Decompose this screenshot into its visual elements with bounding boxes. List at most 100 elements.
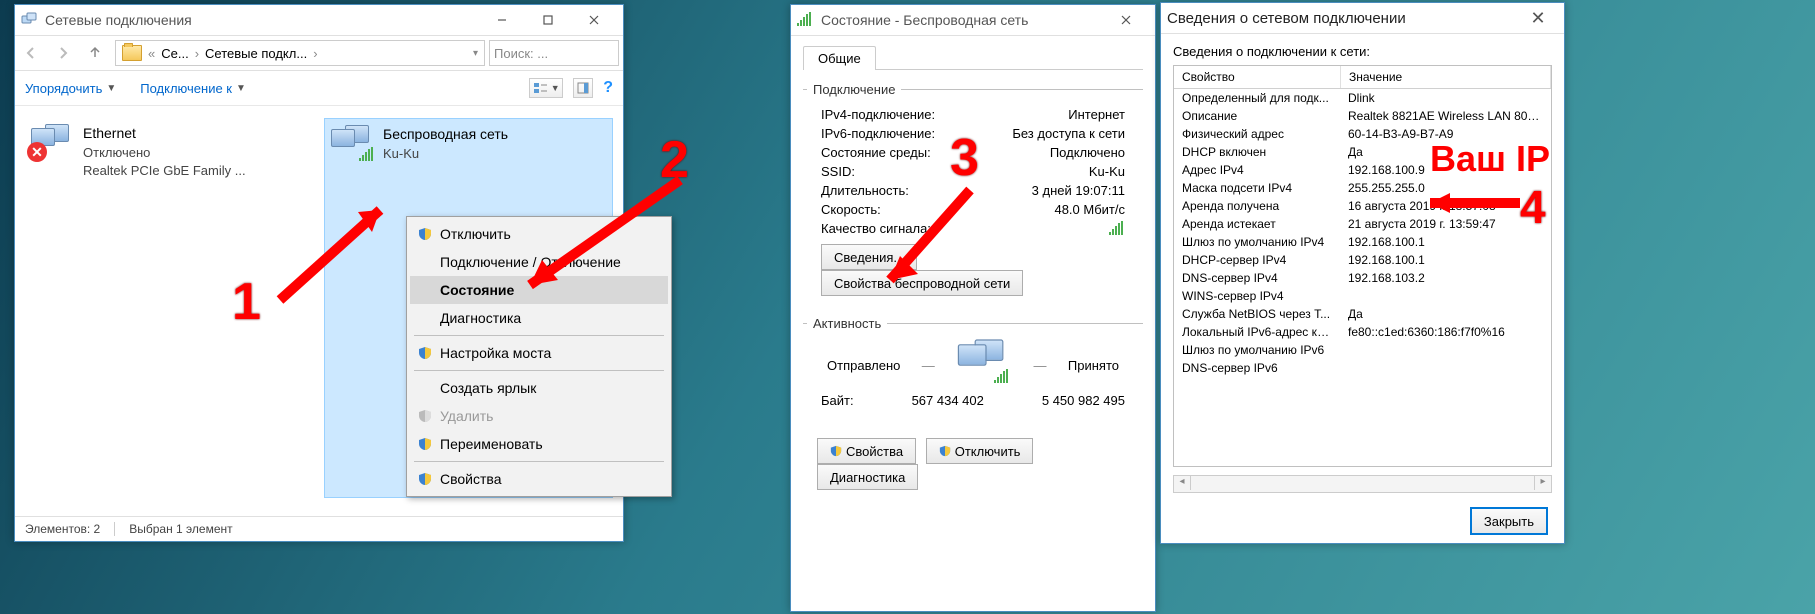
prop-key: SSID: xyxy=(821,164,855,179)
breadcrumb[interactable]: « Се... › Сетевые подкл... › ▾ xyxy=(115,40,485,66)
preview-pane-button[interactable] xyxy=(573,78,593,98)
folder-icon xyxy=(122,45,142,61)
annotation-ip-label: Ваш IP xyxy=(1430,138,1550,180)
prop-key: DHCP включен xyxy=(1174,143,1340,161)
prop-key: Шлюз по умолчанию IPv4 xyxy=(1174,233,1340,251)
minimize-button[interactable] xyxy=(479,6,525,34)
tab-general[interactable]: Общие xyxy=(803,46,876,70)
table-row[interactable]: Определенный для подк...Dlink xyxy=(1174,89,1551,107)
prop-key: Состояние среды: xyxy=(821,145,931,160)
horizontal-scrollbar[interactable]: ◂ ▸ xyxy=(1173,475,1552,493)
adapter-name: Ethernet xyxy=(83,124,246,144)
prop-val: Без доступа к сети xyxy=(1012,126,1125,141)
prop-key: Шлюз по умолчанию IPv6 xyxy=(1174,341,1340,359)
col-property[interactable]: Свойство xyxy=(1174,66,1341,88)
properties-button[interactable]: Свойства xyxy=(817,438,916,464)
breadcrumb-part[interactable]: Се... xyxy=(161,46,188,61)
close-button[interactable] xyxy=(1103,6,1149,34)
ctx-diagnostics[interactable]: Диагностика xyxy=(410,304,668,332)
table-row[interactable]: WINS-сервер IPv4 xyxy=(1174,287,1551,305)
prop-key: Локальный IPv6-адрес ка... xyxy=(1174,323,1340,341)
prop-val: Подключено xyxy=(1050,145,1125,160)
prop-val xyxy=(1340,287,1551,305)
shield-icon xyxy=(418,437,432,451)
table-row[interactable]: DNS-сервер IPv6 xyxy=(1174,359,1551,377)
bytes-label: Байт: xyxy=(821,393,854,408)
prop-key: DNS-сервер IPv4 xyxy=(1174,269,1340,287)
nav-forward-button[interactable] xyxy=(47,37,79,69)
arrow-3 xyxy=(870,180,990,300)
disable-button[interactable]: Отключить xyxy=(926,438,1034,464)
bytes-sent: 567 434 402 xyxy=(854,393,1042,408)
sent-label: Отправлено xyxy=(827,358,900,373)
toolbar: Упорядочить▼ Подключение к▼ ▼ ? xyxy=(15,71,623,106)
ctx-delete[interactable]: Удалить xyxy=(410,402,668,430)
network-icon xyxy=(21,12,37,28)
ctx-rename[interactable]: Переименовать xyxy=(410,430,668,458)
prop-val: Да xyxy=(1340,305,1551,323)
prop-key: Физический адрес xyxy=(1174,125,1340,143)
prop-val: Ku-Ku xyxy=(1089,164,1125,179)
prop-val: fe80::c1ed:6360:186:f7f0%16 xyxy=(1340,323,1551,341)
breadcrumb-part[interactable]: Сетевые подкл... xyxy=(205,46,307,61)
shield-icon xyxy=(418,409,432,423)
table-row[interactable]: ОписаниеRealtek 8821AE Wireless LAN 802.… xyxy=(1174,107,1551,125)
connect-to-button[interactable]: Подключение к▼ xyxy=(140,81,246,96)
wireless-status-window: Состояние - Беспроводная сеть Общие Подк… xyxy=(790,4,1156,612)
status-items-count: Элементов: 2 xyxy=(25,522,100,536)
ctx-bridge[interactable]: Настройка моста xyxy=(410,339,668,367)
prop-val: 192.168.100.1 xyxy=(1340,233,1551,251)
window-title: Сетевые подключения xyxy=(45,12,479,28)
prop-key: Служба NetBIOS через T... xyxy=(1174,305,1340,323)
titlebar[interactable]: Сетевые подключения xyxy=(15,5,623,36)
table-row[interactable]: Шлюз по умолчанию IPv4192.168.100.1 xyxy=(1174,233,1551,251)
arrow-4 xyxy=(1410,188,1540,218)
search-input[interactable]: Поиск: ... xyxy=(489,40,619,66)
table-row[interactable]: DHCP-сервер IPv4192.168.100.1 xyxy=(1174,251,1551,269)
signal-bars-icon xyxy=(1109,221,1125,235)
prop-key: Аренда получена xyxy=(1174,197,1340,215)
nav-up-button[interactable] xyxy=(79,37,111,69)
activity-icon xyxy=(956,343,1012,387)
ctx-properties[interactable]: Свойства xyxy=(410,465,668,493)
window-title: Сведения о сетевом подключении xyxy=(1167,10,1518,27)
adapter-name: Беспроводная сеть xyxy=(383,125,508,145)
titlebar[interactable]: Состояние - Беспроводная сеть xyxy=(791,5,1155,36)
prop-val: Realtek 8821AE Wireless LAN 802.11ac PCI xyxy=(1340,107,1551,125)
recv-label: Принято xyxy=(1068,358,1119,373)
close-dialog-button[interactable]: Закрыть xyxy=(1470,507,1548,535)
adapter-ethernet[interactable]: ✕ Ethernet Отключено Realtek PCIe GbE Fa… xyxy=(25,118,312,498)
adapter-status: Ku-Ku xyxy=(383,145,508,163)
prop-val: 3 дней 19:07:11 xyxy=(1032,183,1125,198)
table-row[interactable]: Служба NetBIOS через T...Да xyxy=(1174,305,1551,323)
col-value[interactable]: Значение xyxy=(1341,66,1551,88)
diagnose-button[interactable]: Диагностика xyxy=(817,464,918,490)
close-button[interactable] xyxy=(571,6,617,34)
arrow-2 xyxy=(500,170,700,300)
details-grid[interactable]: Свойство Значение Определенный для подк.… xyxy=(1173,65,1552,467)
prop-key: Адрес IPv4 xyxy=(1174,161,1340,179)
activity-group: Активность Отправлено — — Принято Байт: … xyxy=(803,316,1143,414)
table-row[interactable]: Локальный IPv6-адрес ка...fe80::c1ed:636… xyxy=(1174,323,1551,341)
prop-key: WINS-сервер IPv4 xyxy=(1174,287,1340,305)
titlebar[interactable]: Сведения о сетевом подключении ✕ xyxy=(1161,3,1564,34)
prop-key: DHCP-сервер IPv4 xyxy=(1174,251,1340,269)
nav-back-button[interactable] xyxy=(15,37,47,69)
prop-val: 192.168.103.2 xyxy=(1340,269,1551,287)
maximize-button[interactable] xyxy=(525,6,571,34)
prop-key: DNS-сервер IPv6 xyxy=(1174,359,1340,377)
prop-key: Определенный для подк... xyxy=(1174,89,1340,107)
table-row[interactable]: DNS-сервер IPv4192.168.103.2 xyxy=(1174,269,1551,287)
prop-val: Интернет xyxy=(1068,107,1125,122)
status-bar: Элементов: 2 Выбран 1 элемент xyxy=(15,516,623,541)
table-row[interactable]: Шлюз по умолчанию IPv6 xyxy=(1174,341,1551,359)
wireless-icon xyxy=(331,125,373,167)
help-button[interactable]: ? xyxy=(603,79,613,97)
arrange-button[interactable]: Упорядочить▼ xyxy=(25,81,116,96)
view-options-button[interactable]: ▼ xyxy=(529,78,563,98)
prop-key: Маска подсети IPv4 xyxy=(1174,179,1340,197)
close-button[interactable]: ✕ xyxy=(1518,8,1558,29)
window-title: Состояние - Беспроводная сеть xyxy=(821,12,1103,28)
ctx-shortcut[interactable]: Создать ярлык xyxy=(410,374,668,402)
tabs: Общие xyxy=(803,46,1143,70)
